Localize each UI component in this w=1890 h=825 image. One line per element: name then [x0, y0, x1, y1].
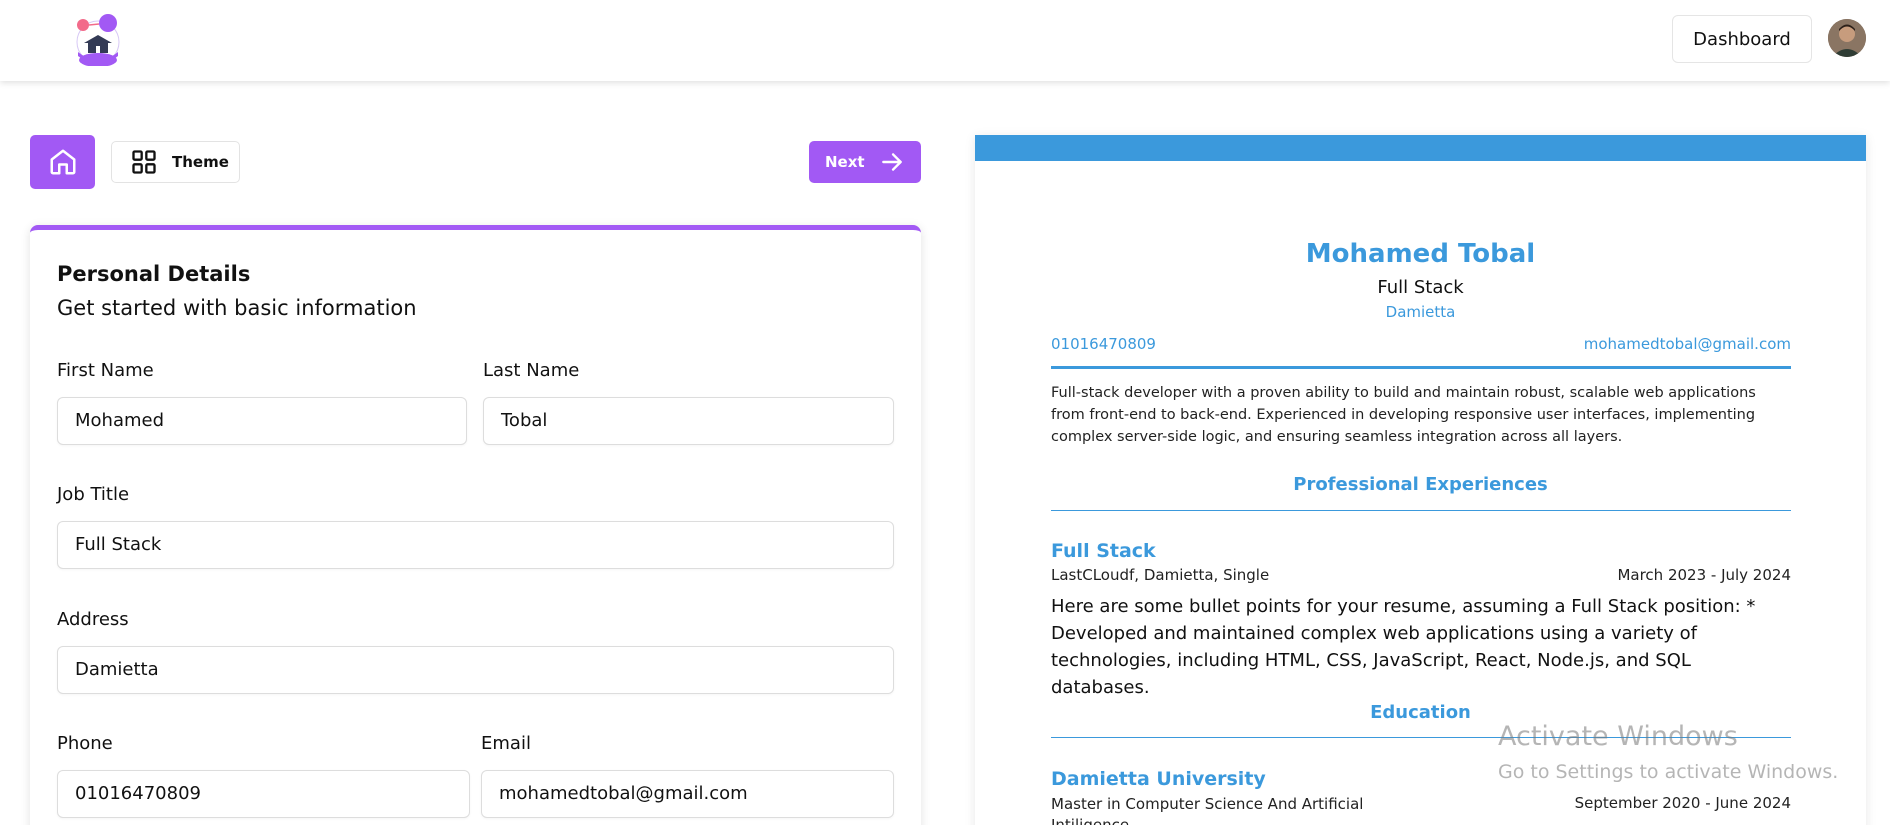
- theme-label: Theme: [172, 153, 229, 171]
- education-heading: Education: [1370, 702, 1471, 723]
- phone-label: Phone: [57, 733, 113, 754]
- last-name-label: Last Name: [483, 360, 580, 381]
- card-title: Personal Details: [57, 262, 251, 286]
- grid-icon: [132, 150, 156, 174]
- address-input[interactable]: Damietta: [57, 646, 894, 694]
- last-name-input[interactable]: Tobal: [483, 397, 894, 445]
- first-name-input[interactable]: Mohamed: [57, 397, 467, 445]
- address-label: Address: [57, 609, 129, 630]
- resume-summary: Full-stack developer with a proven abili…: [1051, 385, 1756, 445]
- activate-windows-title: Activate Windows: [1498, 721, 1738, 752]
- card-subtitle: Get started with basic information: [57, 296, 417, 320]
- logo-icon[interactable]: [72, 12, 122, 67]
- dashboard-button[interactable]: Dashboard: [1672, 15, 1812, 63]
- top-navbar: Dashboard: [0, 0, 1890, 81]
- experience-description: Here are some bullet points for your res…: [1051, 596, 1756, 698]
- home-button[interactable]: [30, 135, 95, 189]
- resume-header-band: [975, 135, 1866, 161]
- activate-windows-subtitle: Go to Settings to activate Windows.: [1498, 761, 1839, 783]
- job-title-label: Job Title: [57, 484, 130, 505]
- education-school: Damietta University: [1051, 768, 1266, 790]
- experience-company: LastCLoudf, Damietta, Single: [1051, 566, 1270, 584]
- first-name-label: First Name: [57, 360, 154, 381]
- home-icon: [50, 149, 75, 175]
- arrow-right-icon: [881, 153, 902, 171]
- resume-name: Mohamed Tobal: [1305, 239, 1536, 269]
- resume-address: Damietta: [1385, 303, 1456, 321]
- theme-button[interactable]: Theme: [111, 141, 240, 183]
- resume-divider: [1051, 366, 1791, 369]
- education-dates: September 2020 - June 2024: [1574, 794, 1791, 812]
- email-label: Email: [481, 733, 531, 754]
- experience-dates: March 2023 - July 2024: [1617, 566, 1791, 584]
- resume-phone: 01016470809: [1051, 335, 1156, 353]
- personal-details-card: Personal Details Get started with basic …: [30, 225, 921, 825]
- education-degree: Master in Computer Science And Artificia…: [1051, 795, 1364, 825]
- experience-divider: [1051, 510, 1791, 511]
- next-label: Next: [825, 153, 865, 171]
- job-title-input[interactable]: Full Stack: [57, 521, 894, 569]
- experience-heading: Professional Experiences: [1293, 474, 1548, 495]
- resume-job-title: Full Stack: [1377, 277, 1464, 298]
- avatar[interactable]: [1828, 19, 1866, 57]
- next-button[interactable]: Next: [809, 141, 921, 183]
- experience-title: Full Stack: [1051, 540, 1156, 562]
- resume-email: mohamedtobal@gmail.com: [1583, 335, 1791, 353]
- phone-input[interactable]: 01016470809: [57, 770, 470, 818]
- email-input[interactable]: mohamedtobal@gmail.com: [481, 770, 894, 818]
